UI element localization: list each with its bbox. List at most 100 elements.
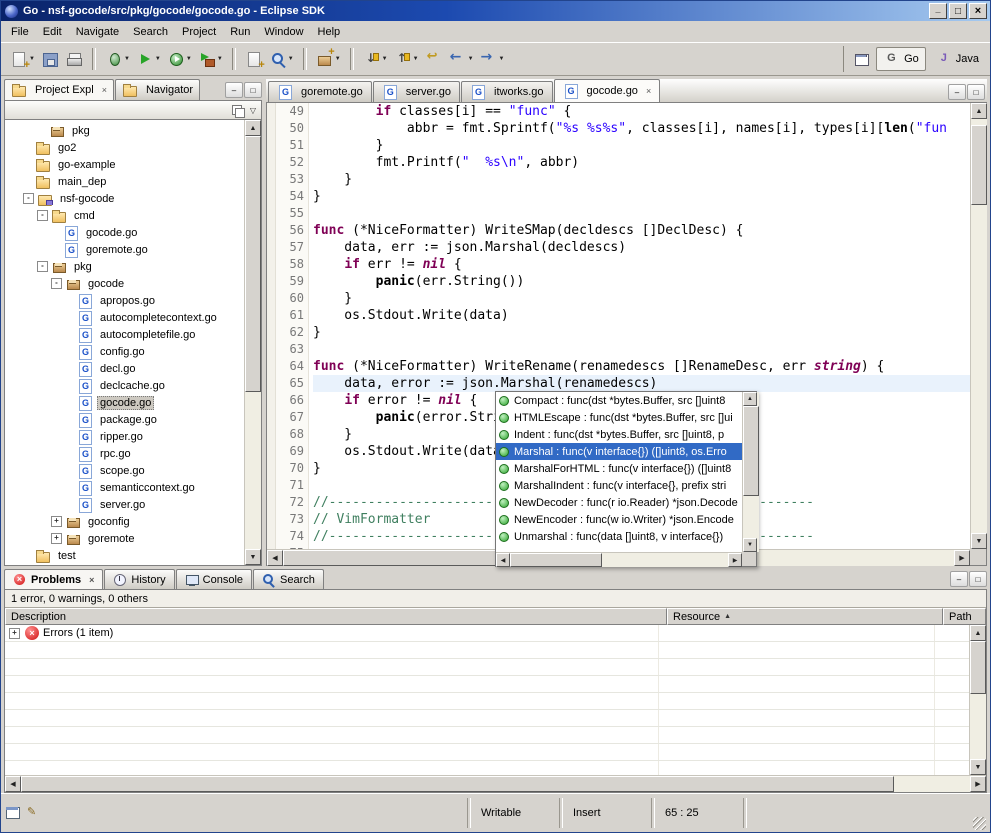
tree-item-autocompletefile.go[interactable]: autocompletefile.go <box>5 326 244 343</box>
tree-item-goremote[interactable]: +goremote <box>5 530 244 547</box>
tree-item-rpc.go[interactable]: rpc.go <box>5 445 244 462</box>
popup-hscroll-thumb[interactable] <box>510 553 602 567</box>
menu-window[interactable]: Window <box>257 23 310 41</box>
close-icon[interactable]: × <box>89 575 94 585</box>
tree-item-nsf-gocode[interactable]: -nsf-gocode <box>5 190 244 207</box>
minimize-button[interactable] <box>929 3 947 19</box>
tree-scroll-track[interactable] <box>245 136 261 549</box>
tree-item-pkg[interactable]: pkg <box>5 122 244 139</box>
tree-collapse-icon[interactable]: - <box>37 261 48 272</box>
minimize-view-icon[interactable]: – <box>225 82 243 98</box>
scroll-up-icon[interactable]: ▲ <box>245 120 261 136</box>
column-header-path[interactable]: Path <box>943 608 986 625</box>
tree-item-main_dep[interactable]: main_dep <box>5 173 244 190</box>
tree-item-go-example[interactable]: go-example <box>5 156 244 173</box>
scroll-left-icon[interactable]: ◀ <box>496 553 510 567</box>
maximize-button[interactable] <box>949 3 967 19</box>
editor-tab-server.go[interactable]: server.go <box>373 81 460 102</box>
completion-item[interactable]: Marshal : func(v interface{}) ([]uint8, … <box>496 443 742 460</box>
scroll-up-icon[interactable]: ▲ <box>971 103 987 119</box>
tree-item-cmd[interactable]: -cmd <box>5 207 244 224</box>
code-line[interactable]: data, error := json.Marshal(renamedescs) <box>313 375 970 392</box>
menu-file[interactable]: File <box>4 23 36 41</box>
tree-item-server.go[interactable]: server.go <box>5 496 244 513</box>
save-button[interactable] <box>38 47 62 71</box>
column-header-resource[interactable]: Resource▲ <box>667 608 943 625</box>
tree-item-goconfig[interactable]: +goconfig <box>5 513 244 530</box>
code-line[interactable]: } <box>313 324 970 341</box>
menu-navigate[interactable]: Navigate <box>69 23 126 41</box>
menu-run[interactable]: Run <box>223 23 257 41</box>
popup-horizontal-scrollbar[interactable]: ◀ ▶ <box>496 552 742 567</box>
run-button[interactable]: ▼ <box>133 47 164 71</box>
tab-problems[interactable]: Problems× <box>4 569 103 589</box>
dropdown-arrow-icon[interactable]: ▼ <box>335 56 341 62</box>
completion-item[interactable]: Indent : func(dst *bytes.Buffer, src []u… <box>496 426 742 443</box>
menu-help[interactable]: Help <box>311 23 348 41</box>
editor-tab-gocode.go[interactable]: gocode.go× <box>554 79 661 102</box>
open-resource-button[interactable] <box>242 47 266 71</box>
dropdown-arrow-icon[interactable]: ▼ <box>468 56 474 62</box>
dropdown-arrow-icon[interactable]: ▼ <box>186 56 192 62</box>
table-row[interactable] <box>5 710 969 727</box>
scroll-right-icon[interactable]: ▶ <box>728 553 742 567</box>
completion-item[interactable]: Unmarshal : func(data []uint8, v interfa… <box>496 528 742 545</box>
print-button[interactable] <box>62 47 86 71</box>
completion-item[interactable]: NewEncoder : func(w io.Writer) *json.Enc… <box>496 511 742 528</box>
close-icon[interactable]: × <box>646 86 651 96</box>
column-header-description[interactable]: Description <box>5 608 667 625</box>
tree-item-pkg[interactable]: -pkg <box>5 258 244 275</box>
code-line[interactable]: func (*NiceFormatter) WriteRename(rename… <box>313 358 970 375</box>
scroll-down-icon[interactable]: ▼ <box>970 759 986 775</box>
dropdown-arrow-icon[interactable]: ▼ <box>124 56 130 62</box>
popup-hscroll-track[interactable] <box>510 553 728 567</box>
scroll-up-icon[interactable]: ▲ <box>970 625 986 641</box>
tree-item-decl.go[interactable]: decl.go <box>5 360 244 377</box>
popup-vscroll-thumb[interactable] <box>743 406 759 496</box>
tab-history[interactable]: History <box>104 569 174 589</box>
perspective-java[interactable]: Java <box>928 47 986 71</box>
tree-item-autocompletecontext.go[interactable]: autocompletecontext.go <box>5 309 244 326</box>
tree-item-ripper.go[interactable]: ripper.go <box>5 428 244 445</box>
collapse-all-icon[interactable] <box>232 105 244 116</box>
scroll-down-icon[interactable]: ▼ <box>743 538 757 552</box>
code-line[interactable]: func (*NiceFormatter) WriteSMap(decldesc… <box>313 222 970 239</box>
editor-vertical-scrollbar[interactable]: ▲ ▼ <box>970 103 987 549</box>
close-icon[interactable]: × <box>102 85 107 95</box>
table-row[interactable] <box>5 642 969 659</box>
editor-tab-goremote.go[interactable]: goremote.go <box>268 81 372 102</box>
editor-vscroll-thumb[interactable] <box>971 125 987 205</box>
view-tab-project-expl[interactable]: Project Expl× <box>4 79 114 100</box>
tree-item-gocode[interactable]: -gocode <box>5 275 244 292</box>
maximize-view-icon[interactable]: □ <box>967 84 985 100</box>
scroll-left-icon[interactable]: ◀ <box>5 776 21 792</box>
scroll-left-icon[interactable]: ◀ <box>267 550 283 566</box>
table-row[interactable] <box>5 659 969 676</box>
editor-vscroll-track[interactable] <box>971 119 987 533</box>
scroll-down-icon[interactable]: ▼ <box>971 533 987 549</box>
dropdown-arrow-icon[interactable]: ▼ <box>499 56 505 62</box>
last-edit-location-button[interactable] <box>422 47 446 71</box>
completion-item[interactable]: MarshalForHTML : func(v interface{}) ([]… <box>496 460 742 477</box>
completion-item[interactable]: HTMLEscape : func(dst *bytes.Buffer, src… <box>496 409 742 426</box>
code-line[interactable]: } <box>313 188 970 205</box>
dropdown-arrow-icon[interactable]: ▼ <box>413 56 419 62</box>
code-line[interactable]: } <box>313 290 970 307</box>
forward-button[interactable]: ▼ <box>477 47 508 71</box>
tree-item-config.go[interactable]: config.go <box>5 343 244 360</box>
tree-collapse-icon[interactable]: - <box>51 278 62 289</box>
tree-item-scope.go[interactable]: scope.go <box>5 462 244 479</box>
search-button[interactable]: ▼ <box>266 47 297 71</box>
scroll-down-icon[interactable]: ▼ <box>245 549 261 565</box>
problems-vscroll-track[interactable] <box>970 641 986 759</box>
close-button[interactable] <box>969 3 987 19</box>
external-tools-button[interactable]: ▼ <box>195 47 226 71</box>
problems-vscroll-thumb[interactable] <box>970 641 986 694</box>
debug-button[interactable]: ▼ <box>102 47 133 71</box>
problems-hscroll-track[interactable] <box>21 776 970 792</box>
tree-collapse-icon[interactable]: - <box>37 210 48 221</box>
open-perspective-button[interactable] <box>850 47 874 71</box>
perspective-go[interactable]: Go <box>876 47 926 71</box>
table-row[interactable] <box>5 693 969 710</box>
tree-scroll-thumb[interactable] <box>245 136 261 392</box>
